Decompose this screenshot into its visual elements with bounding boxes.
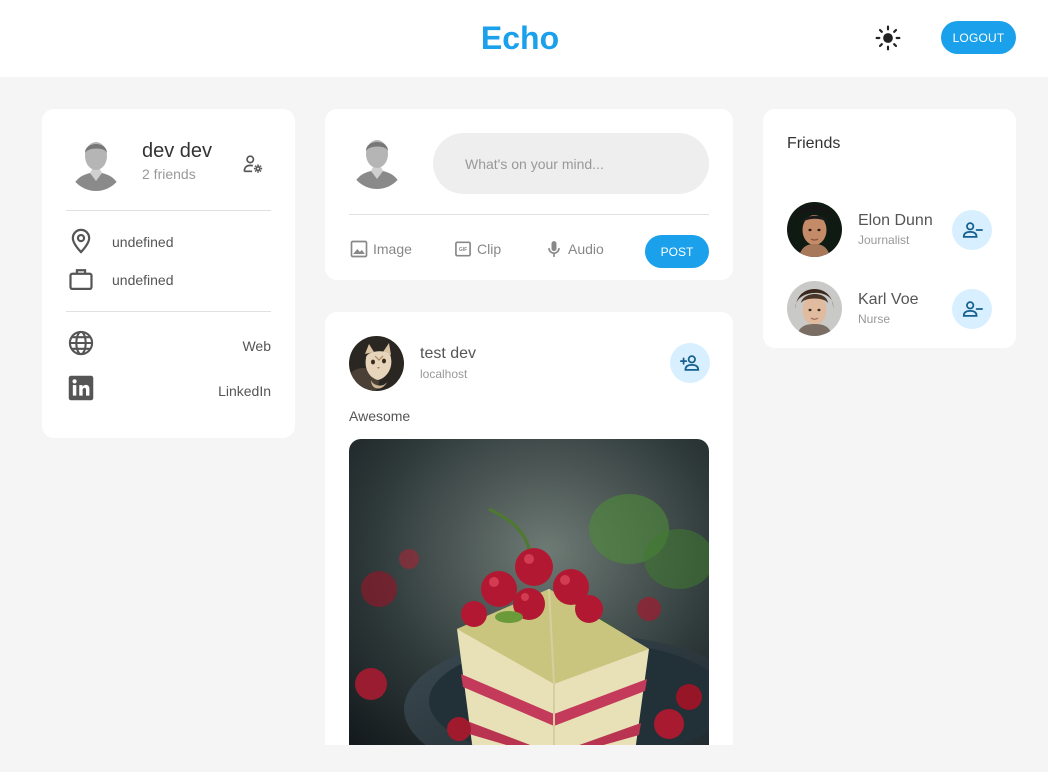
image-icon [350, 240, 368, 258]
logout-button[interactable]: LOGOUT [941, 21, 1016, 54]
friend-occupation: Journalist [858, 233, 910, 247]
divider [349, 214, 709, 215]
theme-toggle-button[interactable] [872, 22, 904, 54]
person-remove-icon [962, 222, 983, 238]
friend-avatar[interactable] [787, 281, 842, 336]
attach-image-label: Image [373, 241, 412, 257]
remove-friend-button[interactable] [952, 289, 992, 329]
user-avatar[interactable] [68, 135, 124, 191]
top-navbar: Echo LOGOUT [0, 0, 1048, 77]
attach-image-button[interactable]: Image [349, 239, 412, 259]
attach-audio-button[interactable]: Audio [544, 239, 604, 259]
friend-name[interactable]: Karl Voe [858, 291, 918, 309]
post-button[interactable]: POST [645, 235, 709, 268]
globe-icon [67, 329, 95, 357]
friend-avatar[interactable] [787, 202, 842, 257]
work-briefcase-icon [67, 265, 95, 293]
manage-account-icon[interactable] [242, 153, 264, 175]
person-add-icon [679, 355, 700, 371]
post-text-input[interactable] [433, 133, 709, 194]
post-image[interactable] [349, 439, 709, 745]
attach-clip-button[interactable]: GIF Clip [453, 239, 501, 259]
post-description: Awesome [349, 408, 411, 424]
attach-audio-label: Audio [568, 241, 604, 257]
profile-occupation: undefined [112, 272, 174, 288]
add-friend-button[interactable] [670, 343, 710, 383]
mic-icon [548, 241, 560, 257]
social-web-link[interactable]: Web [242, 338, 271, 354]
remove-friend-button[interactable] [952, 210, 992, 250]
friend-occupation: Nurse [858, 312, 891, 326]
divider [66, 311, 271, 312]
social-linkedin-link[interactable]: LinkedIn [218, 383, 271, 399]
person-remove-icon [962, 301, 983, 317]
composer-avatar [349, 133, 405, 189]
profile-name[interactable]: dev dev [142, 140, 212, 163]
attach-clip-label: Clip [477, 241, 502, 257]
post-location: localhost [420, 367, 468, 381]
friend-name[interactable]: Elon Dunn [858, 212, 933, 230]
linkedin-icon [67, 374, 95, 402]
post-author-name[interactable]: test dev [420, 345, 476, 363]
divider [66, 210, 271, 211]
gif-icon: GIF [455, 241, 471, 257]
location-pin-icon [67, 227, 95, 255]
feed-post: test dev localhost Awesome [325, 312, 733, 745]
friends-title: Friends [787, 135, 841, 152]
svg-text:GIF: GIF [459, 247, 467, 253]
friends-widget: Friends Elon Dunn Journalist Karl Voe Nu… [763, 109, 1016, 348]
profile-card: dev dev 2 friends undefined undefined We… [42, 109, 295, 438]
profile-friends-count: 2 friends [142, 166, 196, 182]
post-composer: Image GIF Clip Audio POST [325, 109, 733, 280]
profile-location: undefined [112, 234, 174, 250]
sun-icon [875, 25, 901, 51]
post-author-avatar[interactable] [349, 336, 404, 391]
